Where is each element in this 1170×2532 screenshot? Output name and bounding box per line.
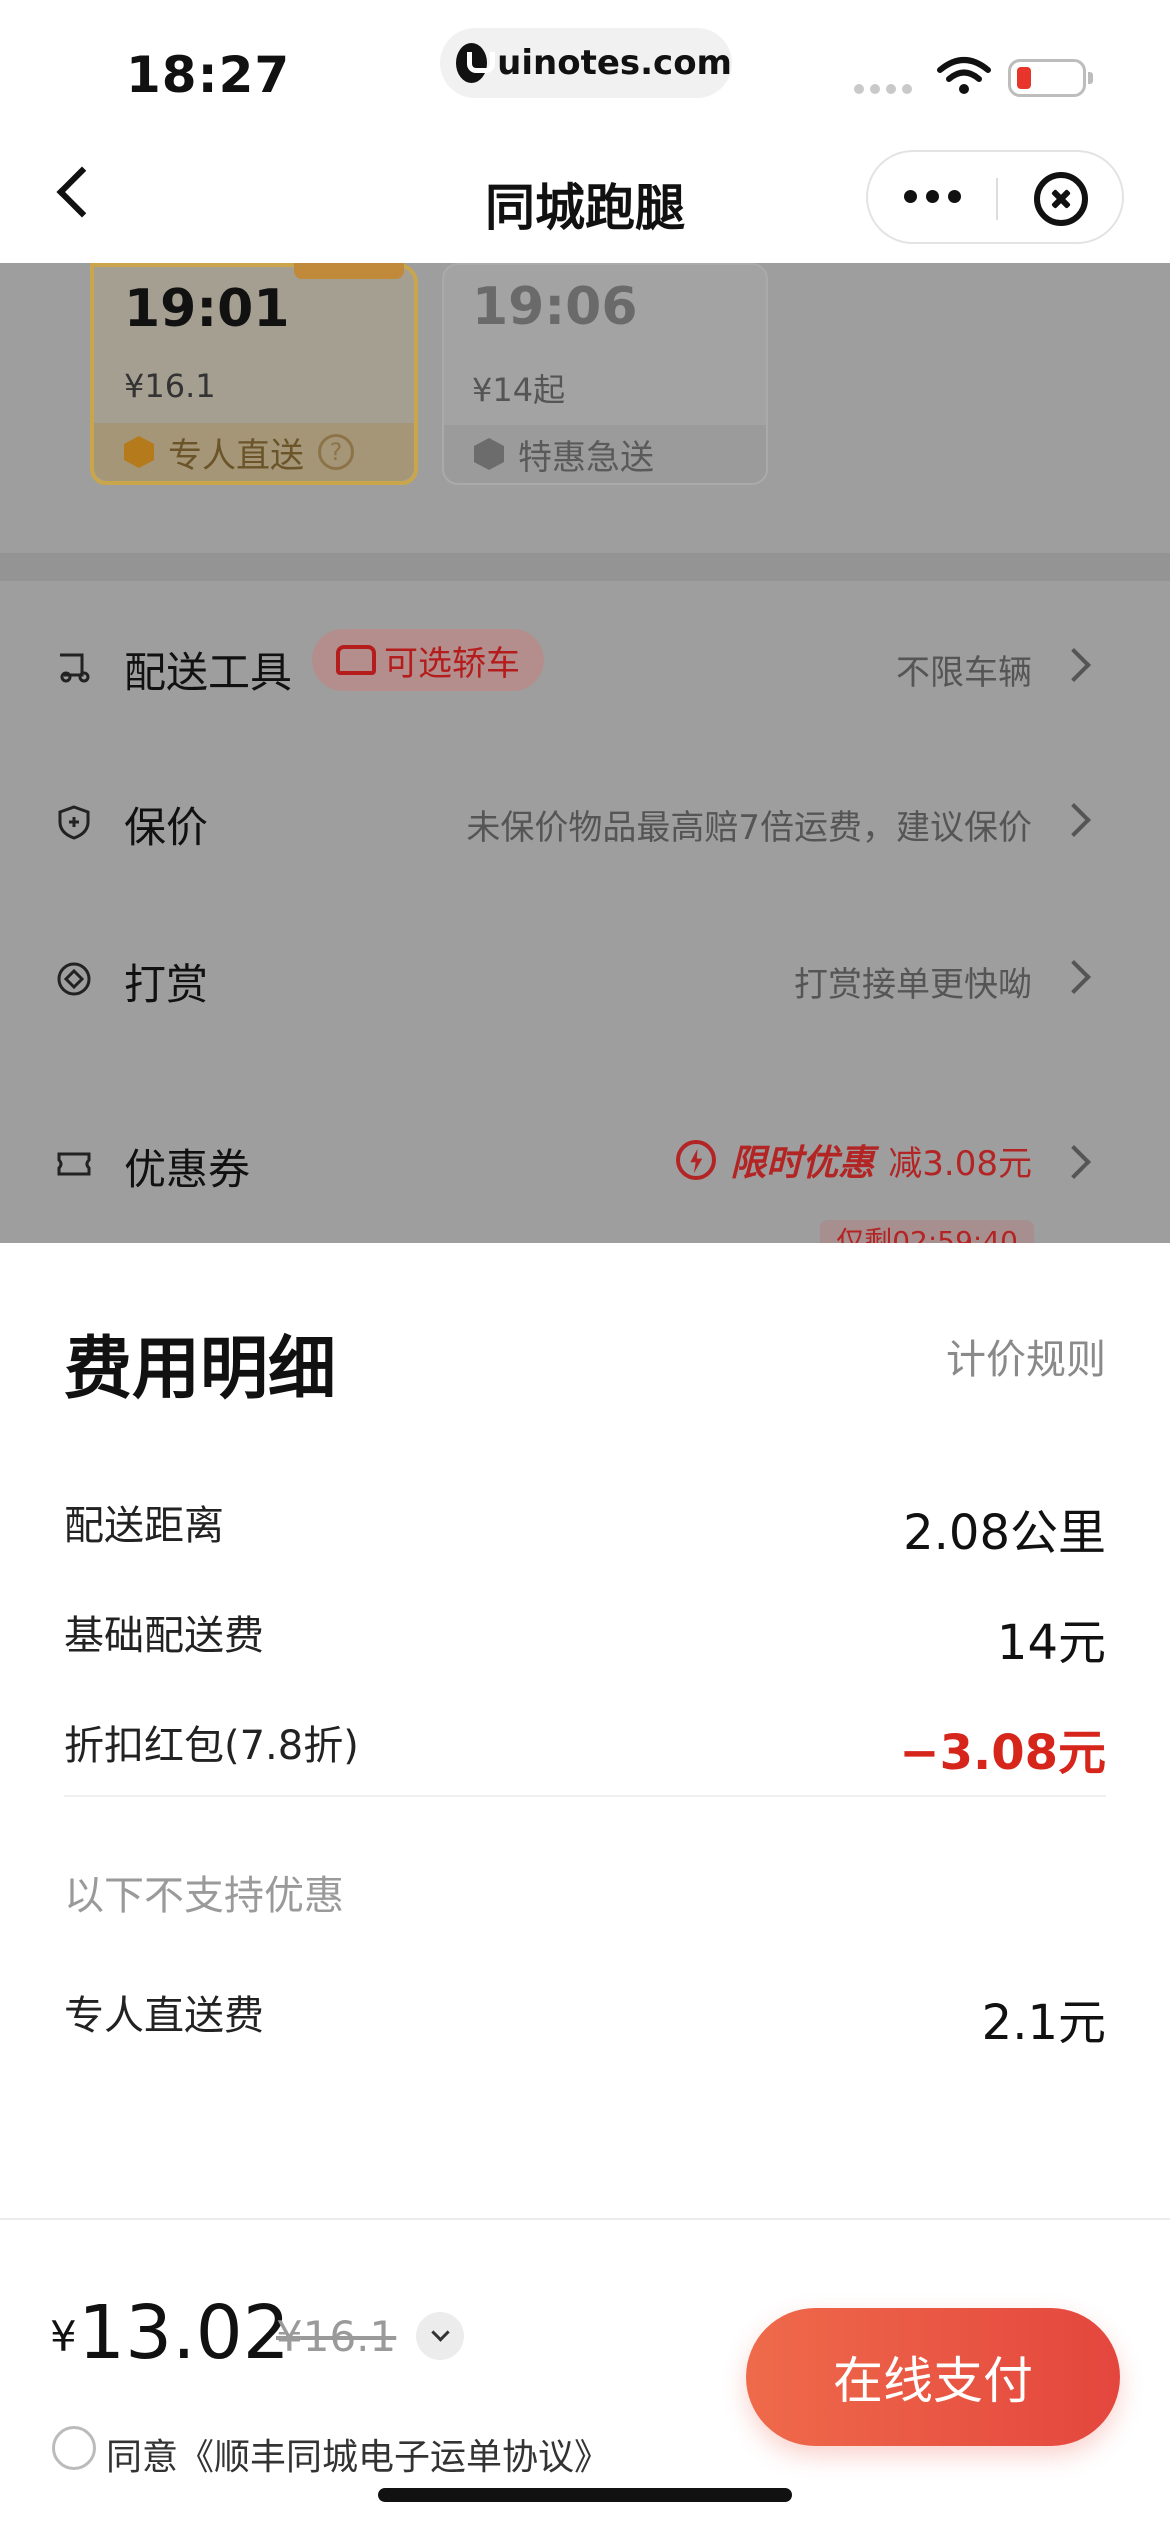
sheet-divider: [64, 1795, 1106, 1797]
row-label: 打赏: [124, 960, 209, 1009]
coupon-promo: 限时优惠 减3.08元: [676, 1134, 1032, 1186]
row-value: 打赏接单更快呦: [794, 965, 1032, 1005]
fee-label: 基础配送费: [64, 1613, 264, 1659]
url-text: uinotes.com: [497, 43, 732, 83]
chevron-right-icon: [1057, 803, 1091, 837]
coupon-icon: [57, 1152, 91, 1176]
lightning-icon: [676, 1140, 717, 1180]
tip-icon: [57, 962, 91, 996]
delivery-option-label: 特惠急送: [444, 425, 766, 483]
mini-program-capsule: [866, 150, 1124, 244]
pricing-rules-link[interactable]: 计价规则: [946, 1327, 1106, 1385]
status-time: 18:27: [126, 46, 291, 104]
currency-symbol: ¥: [50, 2312, 77, 2361]
card-tag: [294, 263, 404, 279]
delivery-option-express[interactable]: 19:01 ¥16.1 专人直送 ?: [90, 263, 418, 485]
background-page: 19:01 ¥16.1 专人直送 ? 19:06 ¥14起 特惠急送 配送工具 …: [0, 263, 1170, 1243]
fee-row-distance: 配送距离 2.08公里: [64, 1483, 1106, 1561]
agreement-text[interactable]: 同意《顺丰同城电子运单协议》: [106, 2428, 610, 2480]
fee-row-express: 专人直送费 2.1元: [64, 1973, 1106, 2051]
pay-online-button[interactable]: 在线支付: [746, 2308, 1120, 2446]
row-label: 优惠券: [124, 1145, 251, 1194]
row-value: 不限车辆: [896, 653, 1032, 693]
no-discount-note: 以下不支持优惠: [64, 1873, 344, 1919]
row-coupon[interactable]: 优惠券 限时优惠 减3.08元 仅剩02:59:40: [0, 1120, 1170, 1243]
row-tip[interactable]: 打赏 打赏接单更快呦: [0, 935, 1170, 1015]
row-label: 保价: [124, 803, 209, 852]
chevron-right-icon: [1057, 960, 1091, 994]
row-insurance[interactable]: 保价 未保价物品最高赔7倍运费，建议保价: [0, 778, 1170, 858]
delivery-time: 19:06: [472, 277, 638, 337]
fee-row-discount: 折扣红包(7.8折) −3.08元: [64, 1703, 1106, 1781]
row-value: 未保价物品最高赔7倍运费，建议保价: [466, 808, 1032, 848]
shield-icon: [58, 805, 90, 840]
fee-row-base: 基础配送费 14元: [64, 1593, 1106, 1671]
capsule-divider: [996, 178, 998, 220]
fee-label: 配送距离: [64, 1503, 224, 1549]
battery-icon: [1008, 59, 1093, 97]
original-price: ¥16.1: [276, 2312, 397, 2361]
url-pill: uinotes.com: [440, 28, 732, 98]
status-bar: 18:27 uinotes.com: [0, 0, 1170, 130]
agreement-checkbox[interactable]: [52, 2426, 96, 2470]
vehicle-icon: [60, 653, 90, 683]
fee-label: 折扣红包(7.8折): [64, 1723, 359, 1769]
lightning-hex-icon: [124, 436, 154, 468]
delivery-price: ¥14起: [472, 371, 566, 409]
fee-label: 专人直送费: [64, 1993, 264, 2039]
car-icon: [336, 645, 376, 675]
more-icon[interactable]: [904, 190, 961, 203]
wifi-icon: [937, 57, 991, 94]
chevron-right-icon: [1057, 648, 1091, 682]
hex-icon: [474, 438, 504, 470]
site-icon: [456, 43, 496, 83]
promo-amount: 减3.08元: [888, 1143, 1032, 1184]
row-label: 配送工具: [124, 648, 293, 697]
home-indicator: [378, 2488, 792, 2502]
vehicle-badge[interactable]: 可选轿车: [312, 629, 544, 691]
delivery-option-label: 专人直送 ?: [94, 423, 414, 481]
total-price: 13.02: [78, 2290, 290, 2376]
fee-value: 2.1元: [981, 1995, 1106, 2051]
chevron-right-icon: [1057, 1145, 1091, 1179]
row-vehicle[interactable]: 配送工具 可选轿车 不限车辆: [0, 623, 1170, 703]
delivery-price: ¥16.1: [124, 367, 216, 405]
fee-value: 2.08公里: [903, 1505, 1106, 1561]
fee-value: 14元: [996, 1615, 1106, 1671]
help-icon[interactable]: ?: [318, 434, 354, 470]
section-divider: [0, 553, 1170, 581]
vehicle-badge-text: 可选轿车: [384, 643, 520, 684]
signal-icon: [854, 84, 912, 94]
delivery-label-text: 特惠急送: [518, 437, 654, 478]
delivery-option-economy[interactable]: 19:06 ¥14起 特惠急送: [442, 263, 768, 485]
delivery-time: 19:01: [124, 279, 290, 339]
checkout-footer: ¥ 13.02 ¥16.1 在线支付 同意《顺丰同城电子运单协议》: [0, 2218, 1170, 2532]
nav-bar: 同城跑腿: [0, 130, 1170, 263]
sheet-title: 费用明细: [64, 1330, 337, 1409]
coupon-countdown: 仅剩02:59:40: [820, 1220, 1034, 1243]
fee-value-discount: −3.08元: [899, 1725, 1106, 1781]
delivery-label-text: 专人直送: [168, 435, 304, 476]
chevron-down-icon[interactable]: [416, 2312, 464, 2360]
close-icon[interactable]: [1034, 172, 1088, 226]
promo-tag: 限时优惠: [730, 1143, 875, 1184]
